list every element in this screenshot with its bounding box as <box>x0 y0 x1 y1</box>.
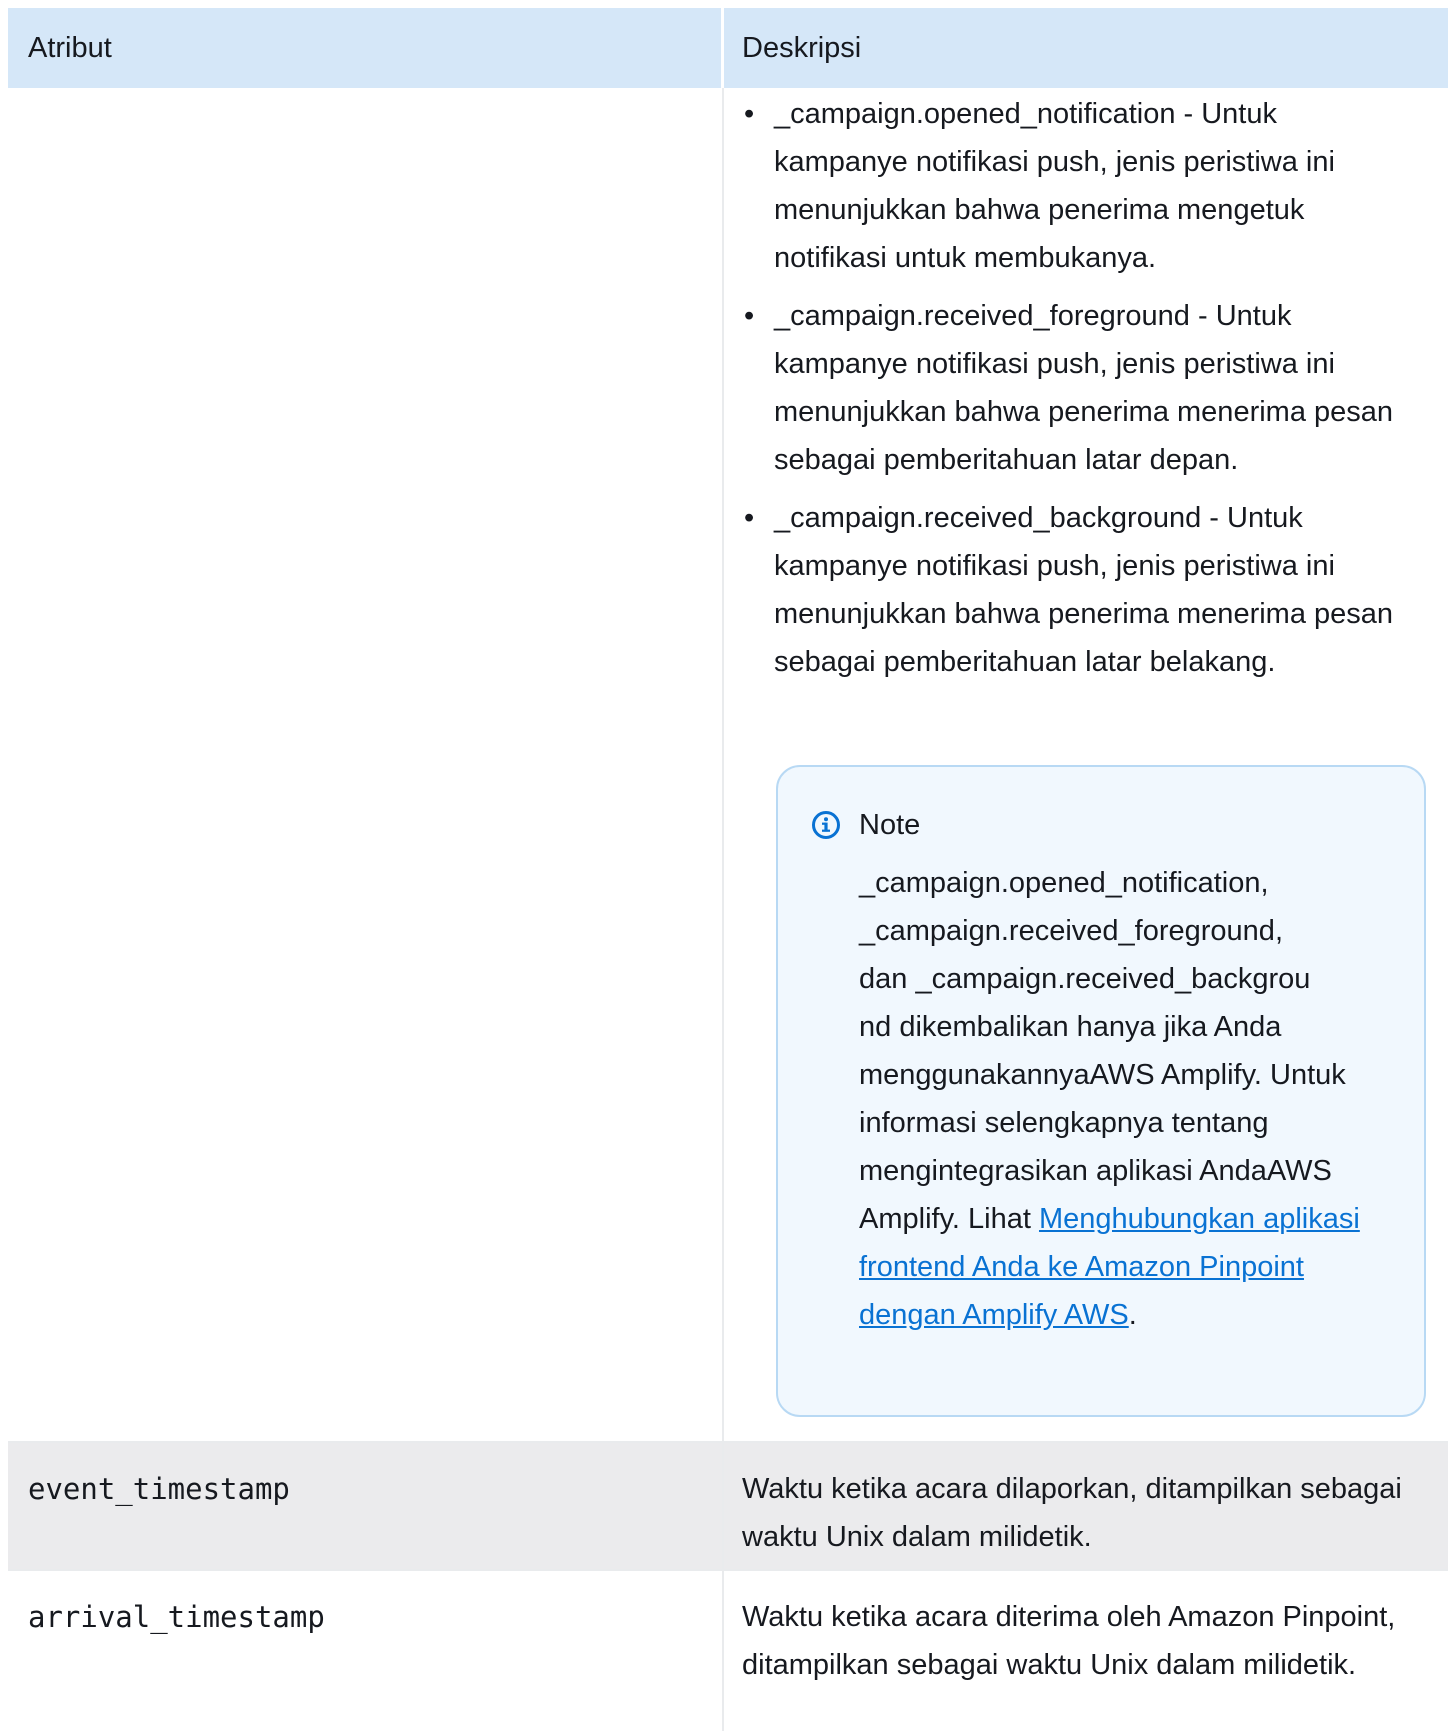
table-row: event_timestamp Waktu ketika acara dilap… <box>8 1443 1448 1569</box>
description-cell: Waktu ketika acara diterima oleh Amazon … <box>724 1571 1448 1731</box>
event-type-list: • _campaign.opened_notification - Untuk … <box>736 90 1416 696</box>
bullet-marker: • <box>744 98 755 130</box>
note-text: _campaign.opened_notification, <box>859 867 1269 899</box>
attribute-description: Waktu ketika acara dilaporkan, ditampilk… <box>742 1473 1402 1553</box>
note-text: dan _campaign.received_backgrou <box>859 963 1311 995</box>
list-item: • _campaign.received_background - Untuk … <box>736 494 1416 686</box>
header-attribute: Atribut <box>8 8 724 88</box>
description-cell: Waktu ketika acara dilaporkan, ditampilk… <box>724 1443 1448 1569</box>
attribute-cell: event_timestamp <box>8 1443 724 1569</box>
attribute-cell: arrival_timestamp <box>8 1571 724 1731</box>
note-text: _campaign.received_foreground, <box>859 915 1283 947</box>
note-callout: Note _campaign.opened_notification, _cam… <box>776 765 1426 1417</box>
attribute-name: event_timestamp <box>28 1472 290 1506</box>
list-item-text: _campaign.received_foreground - Untuk ka… <box>774 300 1394 476</box>
table-row: arrival_timestamp Waktu ketika acara dit… <box>8 1571 1448 1731</box>
list-item: • _campaign.opened_notification - Untuk … <box>736 90 1416 282</box>
list-item: • _campaign.received_foreground - Untuk … <box>736 292 1416 484</box>
note-body: _campaign.opened_notification, _campaign… <box>859 859 1399 1339</box>
list-item-text: _campaign.opened_notification - Untuk ka… <box>774 98 1335 274</box>
note-trailing-period: . <box>1128 1299 1137 1331</box>
bullet-marker: • <box>744 300 755 332</box>
note-title: Note <box>859 809 921 841</box>
header-description: Deskripsi <box>724 8 1448 88</box>
table-header-row: Atribut Deskripsi <box>8 8 1448 88</box>
info-icon <box>811 810 841 840</box>
bullet-marker: • <box>744 502 755 534</box>
note-text: nd dikembalikan hanya jika Anda mengguna… <box>859 1011 1346 1235</box>
attribute-description: Waktu ketika acara diterima oleh Amazon … <box>742 1601 1396 1681</box>
attribute-name: arrival_timestamp <box>28 1600 325 1634</box>
attribute-cell-empty <box>8 88 724 1441</box>
list-item-text: _campaign.received_background - Untuk ka… <box>774 502 1394 678</box>
